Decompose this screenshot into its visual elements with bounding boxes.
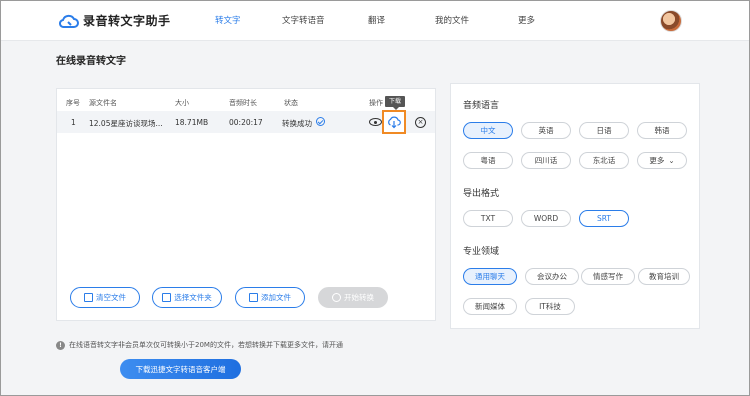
clear-files-button[interactable]: 清空文件 bbox=[70, 287, 140, 308]
add-file-icon bbox=[249, 293, 258, 302]
domain-writing[interactable]: 情感写作 bbox=[581, 268, 635, 285]
format-srt[interactable]: SRT bbox=[579, 210, 629, 227]
nav-my-files[interactable]: 我的文件 bbox=[435, 14, 469, 26]
col-duration: 音频时长 bbox=[229, 99, 257, 107]
settings-panel: 音频语言 中文 英语 日语 韩语 粤语 四川话 东北话 更多 ⌄ 导出格式 TX… bbox=[450, 83, 700, 329]
logo[interactable]: 录音转文字助手 bbox=[59, 12, 171, 29]
format-word[interactable]: WORD bbox=[521, 210, 571, 227]
domain-news[interactable]: 新闻媒体 bbox=[463, 298, 517, 315]
col-filename: 源文件名 bbox=[89, 99, 117, 107]
lang-more-label: 更多 bbox=[649, 156, 665, 165]
trash-icon bbox=[84, 293, 93, 302]
domain-chat[interactable]: 通用聊天 bbox=[463, 268, 517, 285]
download-tooltip: 下载 bbox=[385, 96, 406, 110]
preview-eye-icon[interactable] bbox=[369, 118, 382, 126]
col-index: 序号 bbox=[66, 99, 80, 107]
download-client-button[interactable]: 下载迅捷文字转语音客户端 bbox=[120, 359, 241, 379]
domain-title: 专业领域 bbox=[463, 247, 500, 257]
nav-more[interactable]: 更多 bbox=[518, 14, 535, 26]
start-convert-button[interactable]: 开始转换 bbox=[318, 287, 388, 308]
info-icon: ! bbox=[56, 340, 65, 350]
nav-text-to-speech[interactable]: 文字转语音 bbox=[282, 14, 325, 26]
top-header: 录音转文字助手 转文字 文字转语音 翻译 我的文件 更多 bbox=[1, 1, 749, 41]
add-file-button[interactable]: 添加文件 bbox=[235, 287, 305, 308]
folder-icon bbox=[162, 293, 172, 302]
cloud-download-icon bbox=[388, 116, 401, 129]
add-file-label: 添加文件 bbox=[261, 293, 291, 302]
download-button[interactable] bbox=[382, 110, 406, 134]
clear-files-label: 清空文件 bbox=[96, 293, 126, 302]
nav-convert-text[interactable]: 转文字 bbox=[215, 14, 241, 26]
convert-icon bbox=[332, 293, 341, 302]
chevron-down-icon: ⌄ bbox=[668, 156, 675, 165]
lang-cantonese[interactable]: 粤语 bbox=[463, 152, 513, 169]
select-folder-label: 选择文件夹 bbox=[174, 293, 212, 302]
row-filename: 12.05星座访谈现场... bbox=[89, 119, 163, 128]
domain-it[interactable]: IT科技 bbox=[525, 298, 575, 315]
row-status: 转换成功 bbox=[282, 119, 312, 128]
format-txt[interactable]: TXT bbox=[463, 210, 513, 227]
lang-more-dropdown[interactable]: 更多 ⌄ bbox=[637, 152, 687, 169]
nav-translate[interactable]: 翻译 bbox=[368, 14, 385, 26]
domain-education[interactable]: 教育培训 bbox=[638, 268, 690, 285]
language-title: 音频语言 bbox=[463, 101, 500, 111]
avatar[interactable] bbox=[660, 10, 682, 32]
select-folder-button[interactable]: 选择文件夹 bbox=[152, 287, 222, 308]
col-size: 大小 bbox=[175, 99, 189, 107]
col-status: 状态 bbox=[284, 99, 298, 107]
table-header: 序号 源文件名 大小 音频时长 状态 操作 bbox=[57, 89, 435, 113]
page-title: 在线录音转文字 bbox=[56, 56, 126, 67]
notice-text: 在线语音转文字非会员单次仅可转换小于20M的文件，若想转换并下载更多文件，请开通 bbox=[69, 341, 343, 349]
row-duration: 00:20:17 bbox=[229, 118, 263, 127]
app-name: 录音转文字助手 bbox=[83, 14, 171, 28]
lang-sichuan[interactable]: 四川话 bbox=[521, 152, 571, 169]
row-size: 18.71MB bbox=[175, 118, 209, 127]
lang-japanese[interactable]: 日语 bbox=[579, 122, 629, 139]
lang-english[interactable]: 英语 bbox=[521, 122, 571, 139]
table-row[interactable]: 1 12.05星座访谈现场... 18.71MB 00:20:17 转换成功 下… bbox=[57, 96, 435, 134]
col-actions: 操作 bbox=[369, 99, 383, 107]
success-check-icon bbox=[316, 117, 325, 126]
cloud-logo-icon bbox=[59, 14, 79, 28]
domain-meeting[interactable]: 会议办公 bbox=[525, 268, 579, 285]
member-notice: ! 在线语音转文字非会员单次仅可转换小于20M的文件，若想转换并下载更多文件，请… bbox=[56, 340, 343, 350]
file-list-panel: 序号 源文件名 大小 音频时长 状态 操作 1 12.05星座访谈现场... 1… bbox=[56, 88, 436, 321]
lang-northeast[interactable]: 东北话 bbox=[579, 152, 629, 169]
start-convert-label: 开始转换 bbox=[344, 293, 374, 302]
row-index: 1 bbox=[71, 118, 76, 127]
format-title: 导出格式 bbox=[463, 189, 500, 199]
lang-chinese[interactable]: 中文 bbox=[463, 122, 513, 139]
lang-korean[interactable]: 韩语 bbox=[637, 122, 687, 139]
remove-file-icon[interactable]: × bbox=[415, 117, 426, 128]
